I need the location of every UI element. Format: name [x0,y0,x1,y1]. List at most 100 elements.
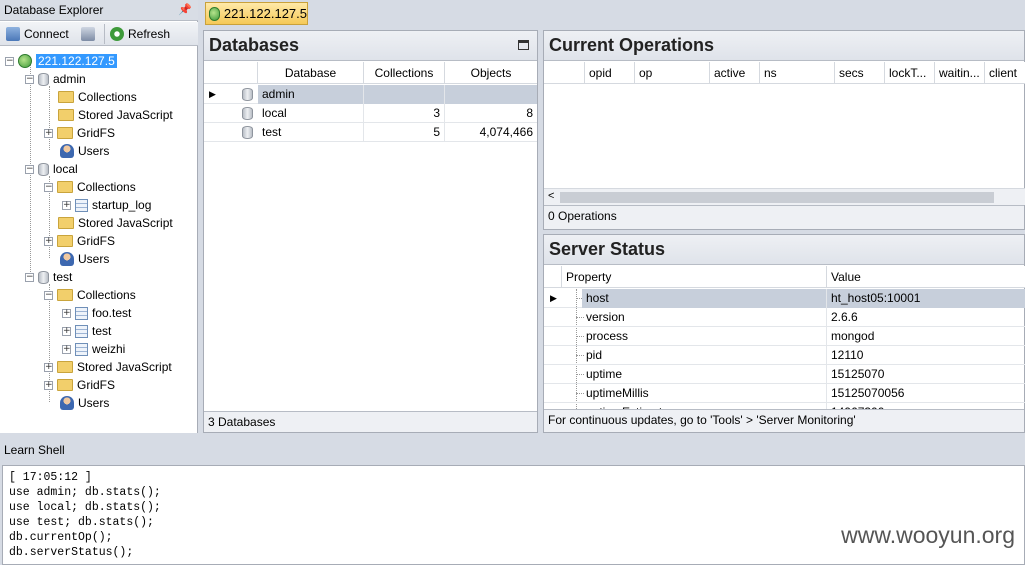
tree-collection-item[interactable]: + startup_log [62,196,151,214]
panel-title: Current Operations [549,35,715,55]
folder-icon [57,289,73,301]
value-cell: 2.6.6 [831,310,858,324]
expand-icon[interactable]: + [62,344,71,354]
pin-icon[interactable]: 📌 [178,3,192,16]
column-header[interactable]: Property [562,266,827,288]
tree-collections[interactable]: − Collections [44,286,136,304]
expand-icon[interactable]: + [44,362,53,372]
connect-button[interactable]: Connect [3,25,103,43]
database-icon [38,72,49,86]
operations-title-bar: Current Operations [544,31,1024,61]
database-icon [242,126,253,139]
operations-grid-header: opid op active ns secs lockT... waitin..… [544,62,1025,84]
shell-title: Learn Shell [4,443,65,457]
column-header[interactable]: Collections [364,62,445,84]
column-header[interactable]: op [635,62,710,84]
tab-label: 221.122.127.5 [223,6,307,21]
table-row[interactable]: test 5 4,074,466 [204,123,537,142]
shell-line: use admin; db.stats(); [9,486,161,499]
tree-gridfs[interactable]: + GridFS [44,232,115,250]
column-header[interactable]: secs [835,62,885,84]
database-explorer-pane: Database Explorer 📌 Connect Refresh − 22… [0,0,198,433]
current-operations-panel: Current Operations opid op active ns sec… [543,30,1025,230]
databases-count: 3 Databases [208,415,276,429]
expand-icon[interactable]: + [44,236,53,246]
tree-label: weizhi [92,342,126,356]
shell-line: [ 17:05:12 ] [9,471,92,484]
table-row[interactable]: ▶ host ht_host05:10001 [544,289,1025,308]
column-header[interactable]: opid [585,62,635,84]
column-header[interactable]: Value [827,266,1025,288]
tree-collection-item[interactable]: + weizhi [62,340,125,358]
column-header[interactable]: Objects [445,62,537,84]
expand-icon[interactable]: + [62,308,71,318]
tree-collection-item[interactable]: + foo.test [62,304,131,322]
table-row[interactable]: local 3 8 [204,104,537,123]
tree-collections[interactable]: Collections [58,88,137,106]
table-row[interactable]: uptime 15125070 [544,365,1025,384]
tree-users[interactable]: Users [60,250,109,268]
refresh-button[interactable]: Refresh [107,25,195,43]
tree-collections[interactable]: − Collections [44,178,136,196]
learn-shell-output[interactable]: [ 17:05:12 ] use admin; db.stats(); use … [2,465,1025,565]
collapse-icon[interactable]: − [44,290,53,300]
table-row[interactable]: process mongod [544,327,1025,346]
expand-icon[interactable]: + [44,380,53,390]
table-row[interactable]: uptimeMillis 15125070056 [544,384,1025,403]
column-header[interactable]: lockT... [885,62,935,84]
horizontal-scrollbar[interactable]: < [544,188,1025,205]
learn-shell-title-bar: Learn Shell [0,438,1025,463]
scroll-left-icon[interactable]: < [548,190,554,202]
db-label: test [53,270,73,284]
refresh-icon [110,27,124,41]
tree-users[interactable]: Users [60,394,109,412]
table-row[interactable]: ▶ admin [204,85,537,104]
disconnect-icon[interactable] [80,27,95,41]
collapse-icon[interactable]: − [25,272,34,282]
folder-icon [57,379,73,391]
row-pointer-icon: ▶ [550,293,557,303]
column-header[interactable]: active [710,62,760,84]
server-icon [18,54,32,68]
collapse-icon[interactable]: − [44,182,53,192]
databases-grid-header: Database Collections Objects [204,62,537,84]
expand-icon[interactable]: + [44,128,53,138]
table-row[interactable]: pid 12110 [544,346,1025,365]
column-header[interactable]: waitin... [935,62,985,84]
user-icon [60,252,74,266]
scrollbar-thumb[interactable] [560,192,994,203]
tree-collection-item[interactable]: + test [62,322,111,340]
collapse-icon[interactable]: − [25,74,34,84]
row-pointer-icon: ▶ [209,89,216,99]
tree-db-admin[interactable]: − admin [25,70,86,88]
folder-icon [58,217,74,229]
db-name-cell: test [258,123,364,142]
tree-stored-javascript[interactable]: Stored JavaScript [58,106,173,124]
tree-users[interactable]: Users [60,142,109,160]
collapse-icon[interactable]: − [5,56,14,66]
table-row[interactable]: version 2.6.6 [544,308,1025,327]
tree-label: Users [78,396,110,410]
database-icon [38,162,49,176]
column-header[interactable]: Database [258,62,364,84]
objects-cell [445,85,537,104]
tree-db-test[interactable]: − test [25,268,72,286]
collection-icon [75,306,88,320]
maximize-icon[interactable] [518,40,529,50]
collection-icon [75,342,88,356]
tree-gridfs[interactable]: + GridFS [44,124,115,142]
tree-server-node[interactable]: − 221.122.127.5 [5,52,117,70]
tree-stored-javascript[interactable]: + Stored JavaScript [44,358,172,376]
folder-icon [58,91,74,103]
expand-icon[interactable]: + [62,200,71,210]
collapse-icon[interactable]: − [25,164,34,174]
tree-db-local[interactable]: − local [25,160,78,178]
db-label: admin [53,72,86,86]
tree-stored-javascript[interactable]: Stored JavaScript [58,214,173,232]
expand-icon[interactable]: + [62,326,71,336]
column-header[interactable]: client [985,62,1025,84]
tree-gridfs[interactable]: + GridFS [44,376,115,394]
tab-server[interactable]: 221.122.127.5 [205,2,308,25]
status-hint: For continuous updates, go to 'Tools' > … [548,413,856,427]
column-header[interactable]: ns [760,62,835,84]
